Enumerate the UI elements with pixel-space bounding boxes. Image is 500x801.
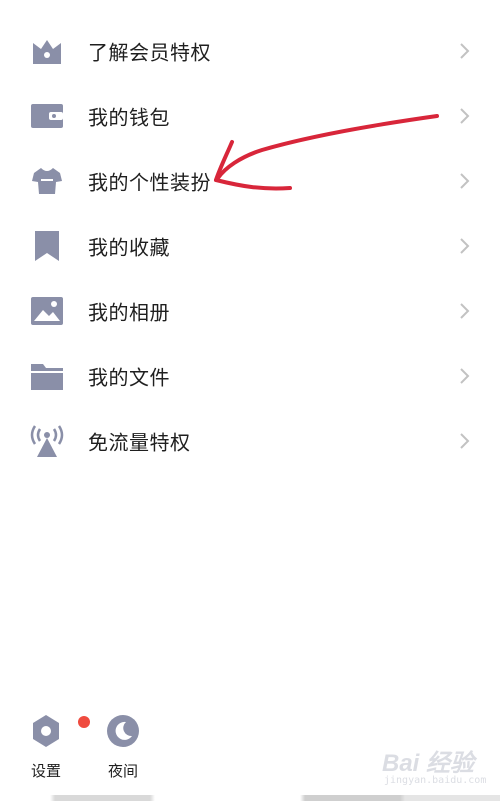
baidu-watermark: Bai 经验 jingyan.baidu.com — [382, 735, 492, 795]
tshirt-icon — [30, 164, 64, 198]
bottom-edge-strip — [0, 795, 500, 801]
menu-item-vip-privileges[interactable]: 了解会员特权 — [0, 18, 500, 83]
crown-icon — [30, 34, 64, 68]
chevron-right-icon — [460, 367, 470, 384]
menu-item-label: 我的个性装扮 — [88, 170, 211, 194]
menu-item-album[interactable]: 我的相册 — [0, 278, 500, 343]
settings-button[interactable]: 设置 — [16, 700, 90, 780]
menu-item-wallet[interactable]: 我的钱包 — [0, 83, 500, 148]
chevron-right-icon — [460, 172, 470, 189]
menu-item-favorites[interactable]: 我的收藏 — [0, 213, 500, 278]
menu-item-label: 我的钱包 — [88, 105, 170, 129]
chevron-right-icon — [460, 42, 470, 59]
notification-badge — [78, 716, 90, 728]
moon-icon — [107, 715, 139, 747]
wallet-icon — [30, 99, 64, 133]
chevron-right-icon — [460, 302, 470, 319]
menu-item-label: 免流量特权 — [88, 430, 191, 454]
photo-icon — [30, 294, 64, 328]
menu-item-label: 了解会员特权 — [88, 40, 211, 64]
menu-item-label: 我的文件 — [88, 365, 170, 389]
menu-item-free-data[interactable]: 免流量特权 — [0, 408, 500, 473]
chevron-right-icon — [460, 432, 470, 449]
night-mode-button[interactable]: 夜间 — [93, 700, 153, 780]
night-mode-label: 夜间 — [107, 762, 138, 780]
menu-item-label: 我的收藏 — [88, 235, 170, 259]
signal-tower-icon — [30, 424, 64, 458]
menu-item-label: 我的相册 — [88, 300, 170, 324]
bookmark-icon — [30, 229, 64, 263]
watermark-text: Bai 经验 — [382, 750, 475, 777]
folder-icon — [30, 359, 64, 393]
gear-icon — [33, 715, 59, 747]
chevron-right-icon — [460, 237, 470, 254]
settings-label: 设置 — [30, 762, 61, 780]
chevron-right-icon — [460, 107, 470, 124]
bottom-bar: 设置 夜间 Bai 经验 jingyan.baidu.com — [0, 700, 500, 801]
watermark-url: jingyan.baidu.com — [384, 775, 487, 786]
menu-item-files[interactable]: 我的文件 — [0, 343, 500, 408]
menu-item-personalization[interactable]: 我的个性装扮 — [0, 148, 500, 213]
